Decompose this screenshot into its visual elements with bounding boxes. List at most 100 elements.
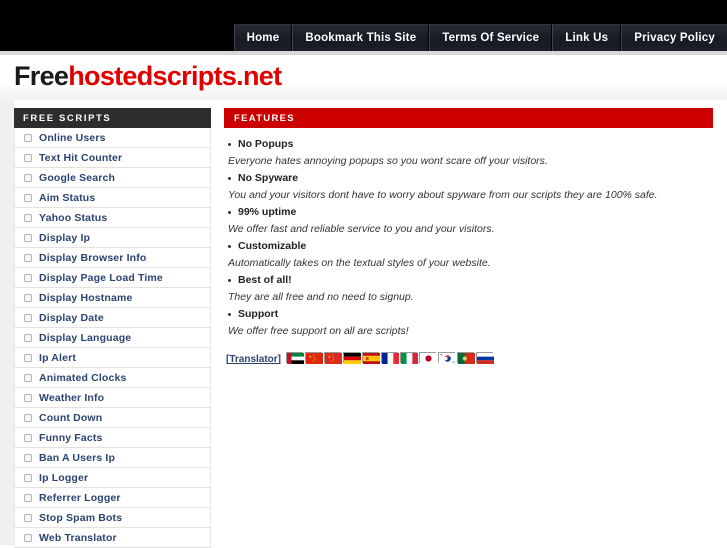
sidebar-item-display-language[interactable]: Display Language (14, 328, 211, 348)
flag-china-icon[interactable]: ★ ★ ★ ★ ★ (305, 352, 324, 364)
feature-description: We offer free support on all are scripts… (228, 325, 409, 337)
page-content: FREE SCRIPTS Online Users Text Hit Counte… (0, 100, 727, 548)
sidebar-item-label: Display Hostname (39, 291, 133, 304)
sidebar-item-referrer-logger[interactable]: Referrer Logger (14, 488, 211, 508)
bullet-icon (228, 211, 231, 214)
feature-description: We offer fast and reliable service to yo… (228, 223, 495, 235)
checkbox-icon (24, 273, 32, 282)
feature-title-row: No Popups (226, 136, 711, 153)
sidebar-item-label: Aim Status (39, 191, 96, 204)
feature-title: No Popups (238, 138, 294, 150)
sidebar-item-label: Google Search (39, 171, 116, 184)
sidebar-item-online-users[interactable]: Online Users (14, 128, 211, 148)
sidebar-item-ip-alert[interactable]: Ip Alert (14, 348, 211, 368)
bullet-icon (228, 313, 231, 316)
feature-title: Customizable (238, 240, 307, 252)
nav-tab-terms-of-service[interactable]: Terms Of Service (429, 24, 553, 51)
sidebar-item-display-hostname[interactable]: Display Hostname (14, 288, 211, 308)
flag-italy-icon[interactable] (400, 352, 419, 364)
sidebar-header: FREE SCRIPTS (14, 108, 211, 128)
sidebar-item-label: Animated Clocks (39, 371, 127, 384)
sidebar-list: Online Users Text Hit Counter Google Searc… (14, 128, 211, 548)
feature-description: They are all free and no need to signup. (228, 291, 414, 303)
sidebar-item-ip-logger[interactable]: Ip Logger (14, 468, 211, 488)
checkbox-icon (24, 373, 32, 382)
sidebar-item-display-page-load-time[interactable]: Display Page Load Time (14, 268, 211, 288)
checkbox-icon (24, 333, 32, 342)
left-margin (0, 100, 14, 545)
bullet-icon (228, 143, 231, 146)
flag-germany-icon[interactable] (343, 352, 362, 364)
feature-title: 99% uptime (238, 206, 297, 218)
nav-tab-privacy-policy[interactable]: Privacy Policy (621, 24, 727, 51)
feature-title-row: No Spyware (226, 170, 711, 187)
features-header: FEATURES (224, 108, 713, 128)
flag-france-icon[interactable] (381, 352, 400, 364)
bullet-icon (228, 279, 231, 282)
flag-russia-icon[interactable] (476, 352, 495, 364)
flag-south-korea-icon[interactable] (438, 352, 457, 364)
checkbox-icon (24, 533, 32, 542)
nav-tab-bookmark-this-site[interactable]: Bookmark This Site (292, 24, 430, 51)
flag-uae-icon[interactable] (286, 352, 305, 364)
feature-item: 99% uptime We offer fast and reliable ser… (226, 204, 711, 238)
translator-label[interactable]: [Translator] (226, 354, 281, 365)
checkbox-icon (24, 393, 32, 402)
flag-portugal-icon[interactable] (457, 352, 476, 364)
sidebar-item-stop-spam-bots[interactable]: Stop Spam Bots (14, 508, 211, 528)
sidebar-item-aim-status[interactable]: Aim Status (14, 188, 211, 208)
site-logo[interactable]: Freehostedscripts.net (14, 61, 282, 92)
sidebar-item-display-ip[interactable]: Display Ip (14, 228, 211, 248)
feature-title-row: 99% uptime (226, 204, 711, 221)
sidebar-item-display-date[interactable]: Display Date (14, 308, 211, 328)
checkbox-icon (24, 233, 32, 242)
sidebar-item-web-translator[interactable]: Web Translator (14, 528, 211, 548)
sidebar-item-count-down[interactable]: Count Down (14, 408, 211, 428)
feature-item: Support We offer free support on all are … (226, 306, 711, 340)
sidebar-item-label: Display Ip (39, 231, 91, 244)
sidebar-item-display-browser-info[interactable]: Display Browser Info (14, 248, 211, 268)
sidebar-item-label: Funny Facts (39, 431, 103, 444)
checkbox-icon (24, 473, 32, 482)
flag-china-traditional-icon[interactable]: ★ ★ ★ ★ ★ (324, 352, 343, 364)
sidebar-item-google-search[interactable]: Google Search (14, 168, 211, 188)
flag-spain-icon[interactable] (362, 352, 381, 364)
features-panel: FEATURES No Popups Everyone hates annoyin… (224, 108, 713, 368)
svg-text:★: ★ (312, 360, 314, 363)
nav-tab-home[interactable]: Home (233, 24, 293, 51)
sidebar-item-funny-facts[interactable]: Funny Facts (14, 428, 211, 448)
sidebar-item-weather-info[interactable]: Weather Info (14, 388, 211, 408)
sidebar-item-animated-clocks[interactable]: Animated Clocks (14, 368, 211, 388)
sidebar-item-text-hit-counter[interactable]: Text Hit Counter (14, 148, 211, 168)
sidebar-item-label: Display Date (39, 311, 104, 324)
checkbox-icon (24, 193, 32, 202)
sidebar-item-label: Stop Spam Bots (39, 511, 123, 524)
main-navigation: Home Bookmark This Site Terms Of Service… (233, 24, 727, 51)
translator-bar: [Translator] ★ ★ ★ ★ ★ ★ ★ ★ ★ ★ (224, 350, 713, 368)
sidebar-item-label: Display Page Load Time (39, 271, 163, 284)
sidebar-item-label: Weather Info (39, 391, 105, 404)
checkbox-icon (24, 293, 32, 302)
feature-title-row: Support (226, 306, 711, 323)
sidebar-item-label: Ip Logger (39, 471, 89, 484)
feature-title-row: Best of all! (226, 272, 711, 289)
nav-tab-link-us[interactable]: Link Us (552, 24, 622, 51)
feature-title: Support (238, 308, 279, 320)
checkbox-icon (24, 433, 32, 442)
sidebar-item-label: Count Down (39, 411, 103, 424)
checkbox-icon (24, 513, 32, 522)
bullet-icon (228, 177, 231, 180)
checkbox-icon (24, 353, 32, 362)
checkbox-icon (24, 413, 32, 422)
checkbox-icon (24, 493, 32, 502)
flag-japan-icon[interactable] (419, 352, 438, 364)
feature-item: No Popups Everyone hates annoying popups … (226, 136, 711, 170)
sidebar-item-label: Display Language (39, 331, 132, 344)
logo-area: Freehostedscripts.net (0, 55, 727, 100)
sidebar-item-label: Text Hit Counter (39, 151, 123, 164)
sidebar-item-yahoo-status[interactable]: Yahoo Status (14, 208, 211, 228)
feature-item: No Spyware You and your visitors dont hav… (226, 170, 711, 204)
features-body: No Popups Everyone hates annoying popups … (224, 128, 713, 340)
sidebar-item-ban-a-users-ip[interactable]: Ban A Users Ip (14, 448, 211, 468)
checkbox-icon (24, 453, 32, 462)
